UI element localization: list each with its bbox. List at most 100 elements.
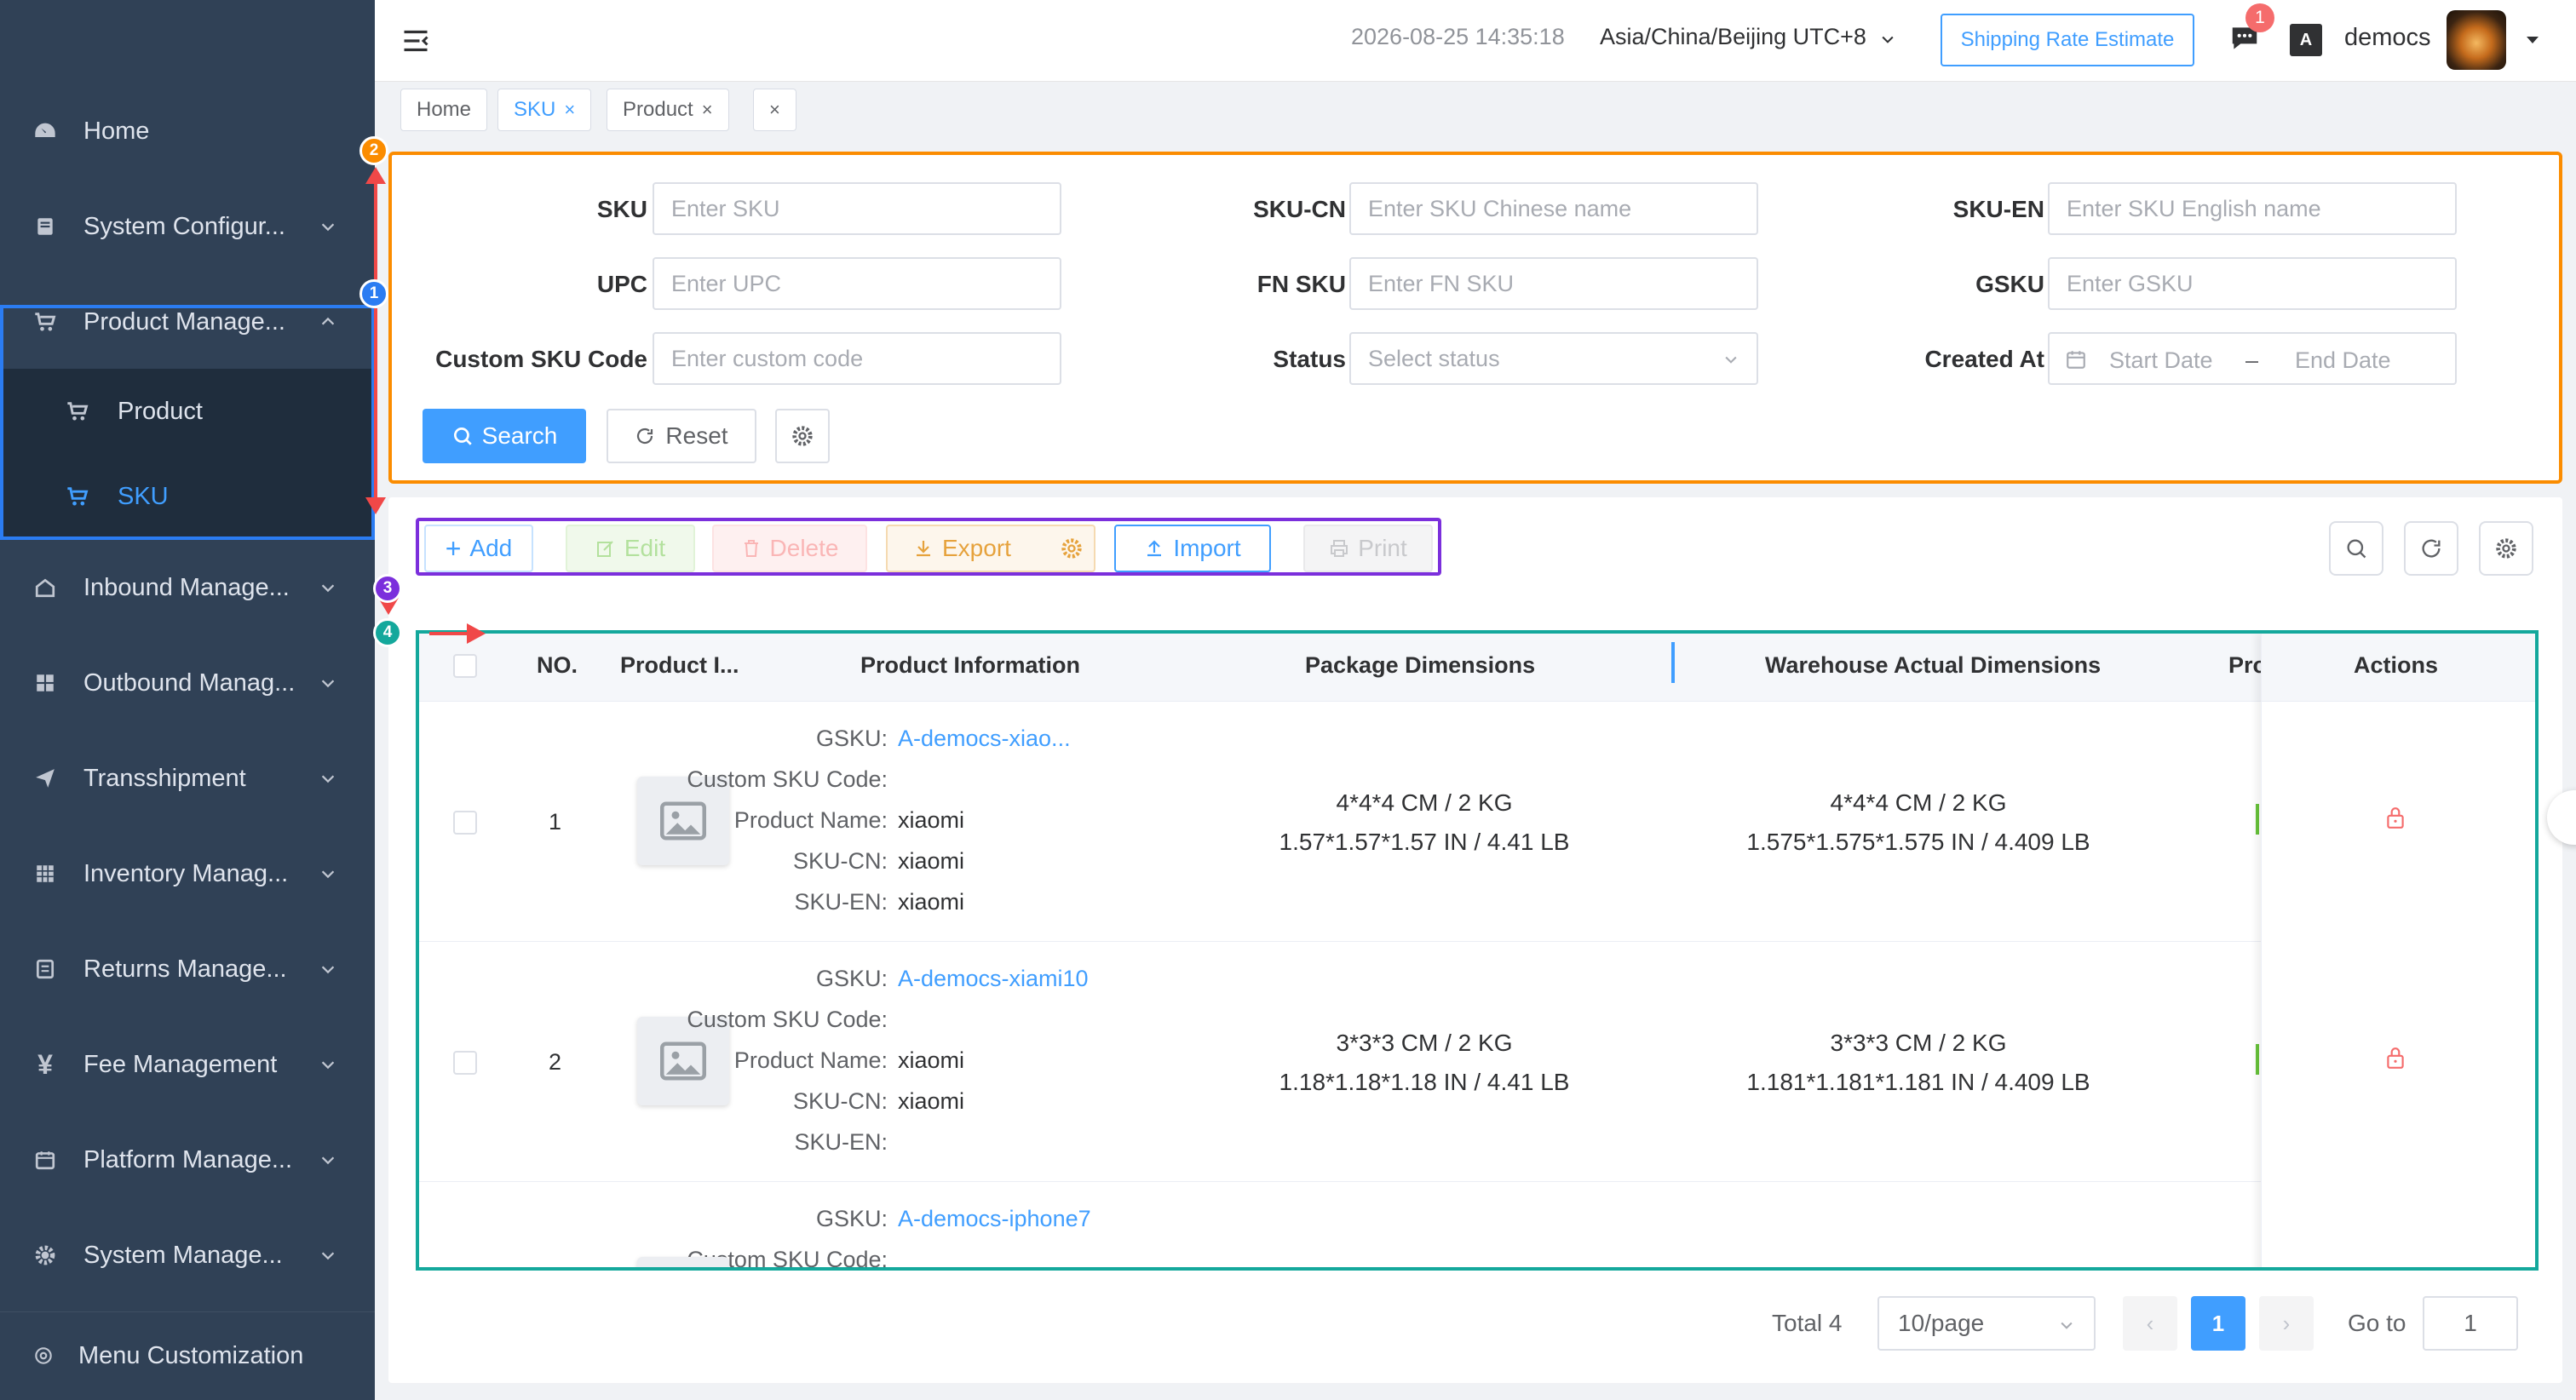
status-placeholder: Select status — [1368, 345, 1500, 371]
page-size-select[interactable]: 10/page — [1877, 1296, 2096, 1351]
sku-en-value: xiaomi — [898, 889, 965, 915]
lock-icon[interactable] — [2384, 806, 2406, 829]
hamburger-icon[interactable] — [400, 26, 431, 56]
home-icon — [32, 575, 58, 600]
close-icon[interactable]: × — [769, 99, 780, 121]
delete-button[interactable]: Delete — [712, 525, 867, 572]
sidebar-item-label: System Configur... — [83, 212, 285, 240]
status-select[interactable]: Select status — [1349, 332, 1758, 385]
actions-header: Actions — [2262, 634, 2535, 702]
upc-input[interactable] — [653, 257, 1061, 310]
sidebar-item-outbound[interactable]: Outbound Manag... — [0, 635, 375, 731]
package-dimensions: 4*4*4 CM / 2 KG 1.57*1.57*1.57 IN / 4.41… — [1203, 783, 1646, 862]
prev-page-button[interactable]: ‹ — [2123, 1296, 2177, 1351]
goto-page-input[interactable] — [2423, 1296, 2518, 1351]
fn-sku-label: FN SKU — [1256, 271, 1346, 297]
created-at-date-range[interactable]: Start Date – End Date — [2048, 332, 2457, 385]
page-size-value: 10/page — [1898, 1310, 1985, 1336]
package-metric: 4*4*4 CM / 2 KG — [1336, 789, 1513, 816]
gsku-link[interactable]: A-democs-xiao... — [898, 726, 1071, 752]
import-button[interactable]: Import — [1114, 525, 1271, 572]
calendar-icon — [2065, 348, 2087, 370]
gsku-link[interactable]: A-democs-xiami10 — [898, 966, 1089, 992]
chevron-down-icon — [319, 864, 337, 883]
sidebar-item-inventory[interactable]: Inventory Manag... — [0, 826, 375, 921]
search-settings-button[interactable] — [775, 409, 830, 463]
table-refresh-button[interactable] — [2404, 521, 2458, 576]
warehouse-imperial: 1.181*1.181*1.181 IN / 4.409 LB — [1746, 1069, 2090, 1095]
yen-icon: ¥ — [37, 1048, 53, 1080]
lock-icon[interactable] — [2384, 1046, 2406, 1070]
created-at-label: Created At — [1924, 346, 2044, 372]
sidebar-item-platform[interactable]: Platform Manage... — [0, 1112, 375, 1208]
close-icon[interactable]: × — [564, 99, 575, 121]
sidebar-item-label: Home — [83, 117, 150, 145]
chevron-down-icon[interactable] — [1879, 31, 1896, 48]
chevron-down-icon — [319, 960, 337, 978]
fn-sku-input[interactable] — [1349, 257, 1758, 310]
annotation-marker-1: 1 — [359, 279, 388, 308]
sku-table: NO. Product I... Product Information Pac… — [416, 630, 2539, 1271]
column-package-dimensions: Package Dimensions — [1305, 652, 1536, 678]
current-page-button[interactable]: 1 — [2191, 1296, 2245, 1351]
sidebar-item-transshipment[interactable]: Transshipment — [0, 731, 375, 826]
sidebar-item-home[interactable]: Home — [0, 83, 375, 179]
tag-sku[interactable]: SKU × — [497, 89, 592, 131]
chevron-down-icon — [319, 674, 337, 692]
row-number: 2 — [549, 1049, 562, 1075]
refresh-icon — [635, 426, 655, 446]
product-name-label: Product Name: — [733, 1047, 888, 1073]
start-date-input[interactable]: Start Date — [2109, 347, 2213, 374]
close-icon[interactable]: × — [702, 99, 713, 121]
select-all-checkbox[interactable] — [453, 654, 477, 678]
export-button[interactable]: Export — [886, 525, 1095, 572]
export-settings-icon[interactable] — [1060, 536, 1084, 560]
gsku-link[interactable]: A-democs-iphone7 — [898, 1206, 1091, 1232]
chevron-down-icon — [319, 769, 337, 788]
status-label: Status — [1273, 346, 1346, 372]
add-button[interactable]: + Add — [424, 525, 533, 572]
gsku-input[interactable] — [2048, 257, 2457, 310]
status-indicator — [2256, 1044, 2259, 1075]
sku-cn-label: SKU-CN: — [792, 1088, 888, 1114]
column-actions: Actions — [2354, 652, 2439, 678]
sku-cn-value: xiaomi — [898, 848, 965, 874]
row-checkbox[interactable] — [453, 811, 477, 835]
custom-sku-code-input[interactable] — [653, 332, 1061, 385]
table-header: NO. Product I... Product Information Pac… — [419, 634, 2535, 702]
sidebar-item-returns[interactable]: Returns Manage... — [0, 921, 375, 1017]
table-settings-button[interactable] — [2479, 521, 2533, 576]
close-all-tags[interactable]: × — [753, 89, 796, 131]
row-checkbox[interactable] — [453, 1051, 477, 1075]
sidebar-item-system-management[interactable]: System Manage... — [0, 1208, 375, 1303]
tag-product[interactable]: Product × — [607, 89, 729, 131]
language-icon[interactable]: A — [2290, 24, 2322, 56]
timezone-selector[interactable]: Asia/China/Beijing UTC+8 — [1600, 24, 1866, 50]
search-button[interactable]: Search — [423, 409, 586, 463]
end-date-input[interactable]: End Date — [2295, 347, 2391, 374]
sidebar-item-fee[interactable]: ¥ Fee Management — [0, 1017, 375, 1112]
sku-input[interactable] — [653, 182, 1061, 235]
tag-home[interactable]: Home — [400, 89, 488, 131]
menu-customization[interactable]: Menu Customization — [0, 1311, 375, 1400]
gear-icon — [2494, 536, 2518, 560]
next-page-button[interactable]: › — [2259, 1296, 2314, 1351]
product-image-placeholder[interactable] — [637, 1257, 729, 1267]
print-button[interactable]: Print — [1303, 525, 1433, 572]
caret-down-icon[interactable] — [2525, 34, 2540, 46]
sidebar-item-inbound[interactable]: Inbound Manage... — [0, 540, 375, 635]
sku-cn-input[interactable] — [1349, 182, 1758, 235]
avatar[interactable] — [2447, 10, 2506, 70]
delete-button-label: Delete — [769, 535, 839, 561]
column-resize-handle[interactable] — [1671, 642, 1675, 683]
product-name-label: Product Name: — [733, 807, 888, 833]
current-datetime: 2026-08-25 14:35:18 — [1351, 24, 1565, 49]
username[interactable]: democs — [2344, 24, 2431, 52]
returns-icon — [32, 956, 58, 982]
sidebar-item-system-config[interactable]: System Configur... — [0, 179, 375, 274]
sku-en-input[interactable] — [2048, 182, 2457, 235]
reset-button[interactable]: Reset — [607, 409, 756, 463]
table-search-toggle-button[interactable] — [2329, 521, 2383, 576]
edit-button[interactable]: Edit — [566, 525, 695, 572]
shipping-rate-estimate-button[interactable]: Shipping Rate Estimate — [1941, 14, 2194, 66]
